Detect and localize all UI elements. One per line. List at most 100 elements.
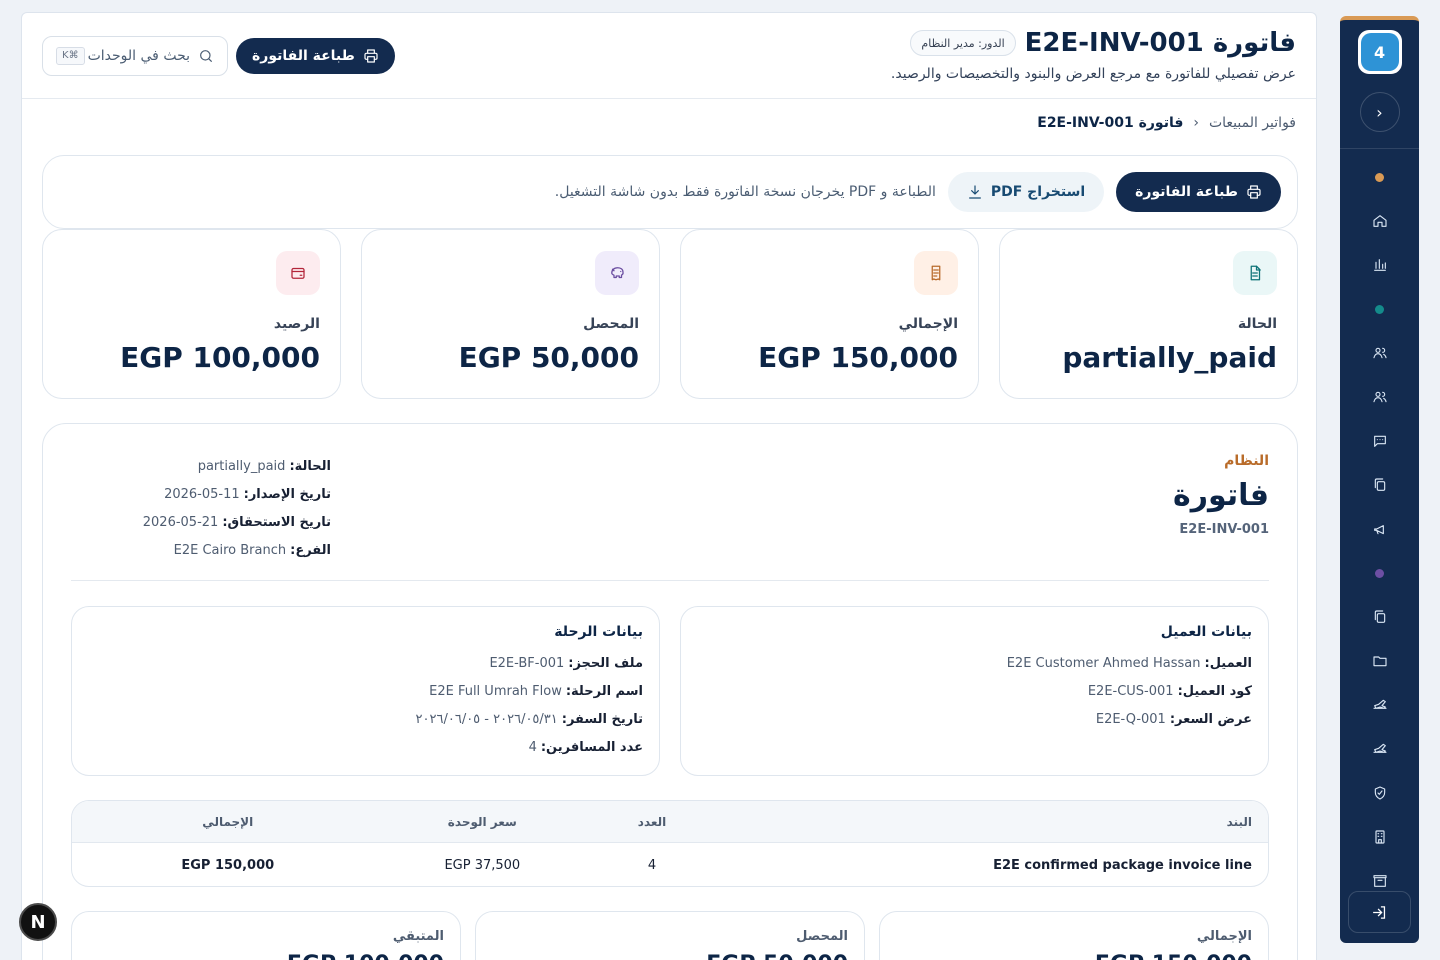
travel-date-row: تاريخ السفر: ٢٠٢٦/٠٥/٣١ - ٢٠٢٦/٠٦/٠٥ [88, 705, 643, 733]
header-print-button[interactable]: طباعة الفاتورة [236, 38, 395, 74]
meta-label: تاريخ الاستحقاق: [222, 514, 331, 530]
info-value: E2E-CUS-001 [1087, 683, 1174, 699]
customer-details-title: بيانات العميل [1160, 624, 1252, 640]
summary-collected-card: المحصل EGP 50,000 [475, 911, 865, 960]
printer-icon [1247, 185, 1261, 199]
receipt-icon [914, 251, 958, 295]
meta-value: partially_paid [197, 458, 286, 474]
breadcrumb: فواتير المبيعات ‹ فاتورة E2E-INV-001 [1037, 115, 1296, 131]
info-label: كود العميل: [1177, 683, 1252, 699]
meta-value: 2026-05-11 [164, 486, 240, 502]
logout-button[interactable] [1348, 891, 1411, 933]
main-panel: فاتورة E2E-INV-001 الدور: مدير النظام عر… [21, 12, 1317, 960]
sidebar-item-buildings[interactable] [1340, 815, 1419, 859]
sidebar-item-records[interactable] [1340, 595, 1419, 639]
meta-due-date: تاريخ الاستحقاق: 2026-05-21 [71, 508, 331, 536]
sidebar-item-folders[interactable] [1340, 639, 1419, 683]
metric-total: الإجمالي EGP 150,000 [680, 229, 979, 399]
users-icon [1372, 347, 1387, 359]
print-invoice-label: طباعة الفاتورة [1135, 184, 1238, 200]
sidebar-item-messages[interactable] [1340, 419, 1419, 463]
header-unit-price: سعر الوحدة [447, 814, 517, 829]
bar-chart-icon [1373, 259, 1386, 271]
page-title: فاتورة E2E-INV-001 [1024, 28, 1296, 58]
item-description: E2E confirmed package invoice line [993, 857, 1252, 873]
invoice-actions-card: طباعة الفاتورة استخراج PDF الطباعة و PDF… [42, 155, 1298, 229]
app-logo-mark: 4 [1360, 33, 1399, 71]
search-content: بحث في الوحدات [88, 48, 214, 64]
trip-name-row: اسم الرحلة: E2E Full Umrah Flow [88, 677, 643, 705]
role-badge: الدور: مدير النظام [910, 30, 1016, 56]
info-value: E2E-BF-001 [489, 655, 565, 671]
page-header: فاتورة E2E-INV-001 الدور: مدير النظام عر… [22, 13, 1316, 99]
user-group-icon [1372, 391, 1387, 403]
invoice-items-table: البند العدد سعر الوحدة الإجمالي E2E conf… [71, 800, 1269, 887]
info-label: العميل: [1204, 655, 1253, 671]
logout-icon [1373, 905, 1386, 919]
sidebar: 4 ‹ [1340, 16, 1419, 943]
meta-value: E2E Cairo Branch [173, 542, 287, 558]
search-label: بحث في الوحدات [87, 48, 190, 64]
trip-details-title: بيانات الرحلة [554, 624, 643, 640]
sidebar-item-agents[interactable] [1340, 375, 1419, 419]
summary-label: المتبقي [392, 929, 444, 944]
sidebar-item-documents[interactable] [1340, 463, 1419, 507]
sidebar-item-security[interactable] [1340, 771, 1419, 815]
sidebar-item-reports[interactable] [1340, 243, 1419, 287]
keyboard-shortcut: ⌘K [56, 47, 85, 65]
breadcrumb-current: فاتورة E2E-INV-001 [1037, 115, 1184, 131]
sidebar-item-home[interactable] [1340, 199, 1419, 243]
info-value: E2E Customer Ahmed Hassan [1006, 655, 1201, 671]
info-label: تاريخ السفر: [561, 711, 643, 727]
breadcrumb-parent[interactable]: فواتير المبيعات [1209, 115, 1296, 131]
meta-branch: الفرع: E2E Cairo Branch [71, 536, 331, 564]
info-value: E2E-Q-001 [1095, 711, 1166, 727]
item-quantity: 4 [647, 857, 657, 873]
header-print-label: طباعة الفاتورة [252, 48, 355, 64]
document-icon [1233, 251, 1277, 295]
metric-label: الحالة [1237, 316, 1277, 332]
customer-code-row: كود العميل: E2E-CUS-001 [697, 677, 1252, 705]
metric-label: الرصيد [273, 316, 320, 332]
chevron-left-icon: ‹ [1193, 115, 1199, 131]
wallet-icon [276, 251, 320, 295]
sidebar-item-campaigns[interactable] [1340, 507, 1419, 551]
summary-label: الإجمالي [1196, 929, 1252, 944]
invoice-actions: طباعة الفاتورة استخراج PDF الطباعة و PDF… [555, 172, 1281, 212]
plane-icon [1372, 699, 1387, 709]
metric-value: EGP 150,000 [758, 341, 958, 374]
framework-badge[interactable]: N [19, 903, 57, 941]
app-logo[interactable]: 4 [1357, 30, 1402, 74]
piggy-bank-icon [595, 251, 639, 295]
sidebar-item-customers[interactable] [1340, 331, 1419, 375]
meta-label: الحالة: [289, 458, 331, 474]
info-value: E2E Full Umrah Flow [429, 683, 562, 699]
sidebar-toggle-button[interactable]: ‹ [1359, 92, 1400, 132]
print-invoice-button[interactable]: طباعة الفاتورة [1116, 172, 1281, 212]
info-label: عرض السعر: [1169, 711, 1252, 727]
booking-file-row: ملف الحجز: E2E-BF-001 [88, 649, 643, 677]
invoice-metrics: الحالة partially_paid الإجمالي EGP 150,0… [42, 229, 1298, 399]
metric-value: EGP 50,000 [458, 341, 639, 374]
building-icon [1374, 830, 1385, 844]
metric-label: الإجمالي [898, 316, 958, 332]
title-row: فاتورة E2E-INV-001 الدور: مدير النظام [910, 27, 1296, 59]
module-search[interactable]: بحث في الوحدات ⌘K [42, 36, 228, 76]
folder-icon [1372, 656, 1387, 667]
export-pdf-button[interactable]: استخراج PDF [947, 172, 1105, 212]
info-value: ٢٠٢٦/٠٥/٣١ - ٢٠٢٦/٠٦/٠٥ [415, 711, 558, 727]
summary-value: EGP 50,000 [706, 952, 848, 960]
customer-name-row: العميل: E2E Customer Ahmed Hassan [697, 649, 1252, 677]
download-icon [968, 185, 981, 199]
header-total: الإجمالي [202, 814, 254, 829]
table-row: E2E confirmed package invoice line 4 EGP… [72, 843, 1268, 886]
metric-value: EGP 100,000 [120, 341, 320, 374]
summary-remaining-card: المتبقي EGP 100,000 [71, 911, 461, 960]
archive-icon [1372, 875, 1387, 887]
sidebar-item-flights[interactable] [1340, 683, 1419, 727]
home-icon [1372, 215, 1387, 227]
invoice-divider [71, 580, 1269, 581]
sidebar-item-transfers[interactable] [1340, 727, 1419, 771]
customer-details-card: بيانات العميل العميل: E2E Customer Ahmed … [680, 606, 1269, 776]
passenger-count-row: عدد المسافرين: 4 [88, 733, 643, 761]
